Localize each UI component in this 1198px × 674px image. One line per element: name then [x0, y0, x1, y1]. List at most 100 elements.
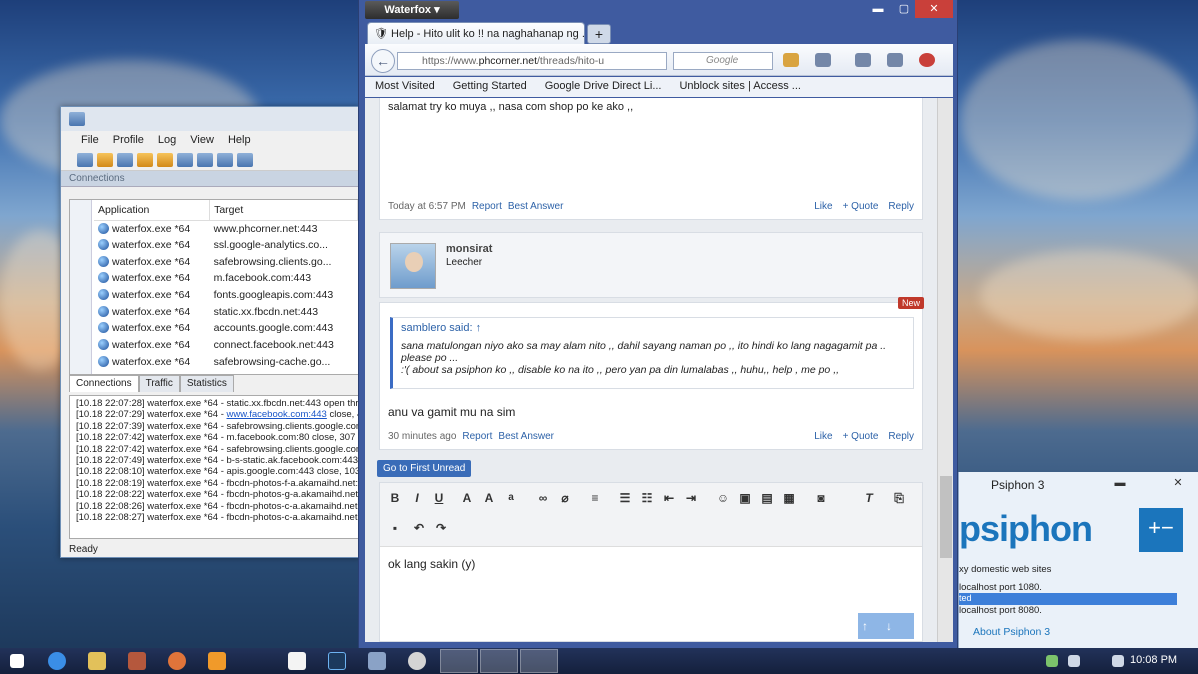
- quote-link[interactable]: + Quote: [843, 431, 879, 442]
- resolve-icon[interactable]: [117, 152, 133, 167]
- minimize-button[interactable]: ▬: [867, 0, 889, 18]
- addon-icon[interactable]: [783, 53, 799, 67]
- app-icon[interactable]: [368, 652, 386, 670]
- psiphon-log-line-selected[interactable]: ted: [959, 593, 1177, 605]
- remove-format-icon[interactable]: T: [860, 489, 878, 507]
- col-target[interactable]: Target: [209, 200, 358, 221]
- start-icon[interactable]: [10, 654, 24, 668]
- waterfox-menu-button[interactable]: Waterfox ▾: [365, 1, 459, 19]
- connections-list[interactable]: Application Target waterfox.exe *64 www.p…: [69, 199, 359, 375]
- username[interactable]: monsirat: [446, 243, 492, 255]
- open-profile-icon[interactable]: [157, 152, 173, 167]
- tab-statistics[interactable]: Statistics: [179, 375, 234, 392]
- go-to-first-unread-button[interactable]: Go to First Unread: [377, 460, 472, 477]
- best-answer-link[interactable]: Best Answer: [508, 201, 564, 212]
- media-icon[interactable]: ▤: [758, 489, 776, 507]
- table-row[interactable]: waterfox.exe *64 connect.facebook.net:443: [94, 337, 358, 354]
- proxy-servers-icon[interactable]: [77, 152, 93, 167]
- app-icon[interactable]: [208, 652, 226, 670]
- copy-icon[interactable]: [197, 152, 213, 167]
- tab-connections[interactable]: Connections: [69, 375, 139, 392]
- page-scrollbar[interactable]: [937, 98, 953, 642]
- unlink-icon[interactable]: ⌀: [556, 489, 574, 507]
- save-icon[interactable]: ▪: [386, 519, 404, 537]
- undo-icon[interactable]: ↶: [410, 519, 428, 537]
- adblock-icon[interactable]: [919, 53, 935, 67]
- bold-button[interactable]: B: [386, 489, 404, 507]
- menu-log[interactable]: Log: [158, 134, 176, 146]
- menu-view[interactable]: View: [190, 134, 214, 146]
- tab-traffic[interactable]: Traffic: [138, 375, 180, 392]
- app-icon[interactable]: [408, 652, 426, 670]
- scroll-up-down-button[interactable]: ↑↓: [858, 613, 914, 639]
- table-row[interactable]: waterfox.exe *64 www.phcorner.net:443: [94, 220, 358, 237]
- back-button[interactable]: ←: [371, 49, 395, 73]
- psiphon-close-button[interactable]: ✕: [1167, 474, 1189, 492]
- underline-button[interactable]: U: [430, 489, 448, 507]
- outdent-icon[interactable]: ⇤: [660, 489, 678, 507]
- indent-icon[interactable]: ⇥: [682, 489, 700, 507]
- taskbar-proxifier[interactable]: [440, 649, 478, 673]
- table-row[interactable]: waterfox.exe *64 safebrowsing.clients.go.…: [94, 253, 358, 270]
- new-tab-button[interactable]: +: [587, 24, 611, 44]
- menu-profile[interactable]: Profile: [113, 134, 144, 146]
- like-link[interactable]: Like: [814, 431, 832, 442]
- italic-button[interactable]: I: [408, 489, 426, 507]
- log-link[interactable]: www.facebook.com:443: [227, 409, 327, 420]
- table-row[interactable]: waterfox.exe *64 accounts.google.com:443: [94, 320, 358, 337]
- explorer-icon[interactable]: [88, 652, 106, 670]
- quote-author[interactable]: samblero said: ↑: [401, 322, 905, 334]
- tray-icon[interactable]: [1046, 655, 1058, 667]
- quote-link[interactable]: + Quote: [843, 201, 879, 212]
- maximize-button[interactable]: ▢: [893, 0, 915, 18]
- home-icon[interactable]: [887, 53, 903, 67]
- font-size-button[interactable]: A: [480, 489, 498, 507]
- psiphon-minimize-button[interactable]: ▬: [1109, 474, 1131, 492]
- print-icon[interactable]: [217, 152, 233, 167]
- reply-link[interactable]: Reply: [888, 201, 914, 212]
- app-icon[interactable]: [128, 652, 146, 670]
- bullet-list-icon[interactable]: ☰: [616, 489, 634, 507]
- close-button[interactable]: ✕: [915, 0, 953, 18]
- about-psiphon-link[interactable]: About Psiphon 3: [973, 626, 1050, 638]
- bbcode-toggle-icon[interactable]: ⎘: [890, 489, 908, 507]
- url-bar[interactable]: https://www.phcorner.net/threads/hito-u: [397, 52, 667, 70]
- taskbar-psiphon[interactable]: [480, 649, 518, 673]
- scrollbar-thumb[interactable]: [940, 476, 952, 558]
- avatar[interactable]: [390, 243, 436, 289]
- table-row[interactable]: waterfox.exe *64 ssl.google-analytics.co.…: [94, 237, 358, 254]
- new-profile-icon[interactable]: [137, 152, 153, 167]
- menu-file[interactable]: File: [81, 134, 99, 146]
- bookmark-most-visited[interactable]: Most Visited: [375, 80, 435, 94]
- align-icon[interactable]: ≡: [586, 489, 604, 507]
- font-color-button[interactable]: A: [458, 489, 476, 507]
- like-link[interactable]: Like: [814, 201, 832, 212]
- bookmark-getting-started[interactable]: Getting Started: [453, 80, 527, 94]
- help-icon[interactable]: [237, 152, 253, 167]
- network-icon[interactable]: [1068, 655, 1080, 667]
- table-row[interactable]: waterfox.exe *64 static.xx.fbcdn.net:443: [94, 303, 358, 320]
- number-list-icon[interactable]: ☷: [638, 489, 656, 507]
- taskbar-waterfox[interactable]: [520, 649, 558, 673]
- table-row[interactable]: waterfox.exe *64 fonts.googleapis.com:443: [94, 287, 358, 304]
- clock[interactable]: 10:08 PM: [1130, 654, 1177, 666]
- redo-icon[interactable]: ↷: [432, 519, 450, 537]
- code-icon[interactable]: ▦: [780, 489, 798, 507]
- image-icon[interactable]: ▣: [736, 489, 754, 507]
- table-row[interactable]: waterfox.exe *64 safebrowsing-cache.go...: [94, 354, 358, 371]
- report-link[interactable]: Report: [472, 201, 502, 212]
- save-profile-icon[interactable]: [177, 152, 193, 167]
- search-input[interactable]: Google: [673, 52, 773, 70]
- table-row[interactable]: waterfox.exe *64 m.facebook.com:443: [94, 270, 358, 287]
- menu-help[interactable]: Help: [228, 134, 251, 146]
- app-icon[interactable]: [168, 652, 186, 670]
- link-icon[interactable]: ∞: [534, 489, 552, 507]
- reply-link[interactable]: Reply: [888, 431, 914, 442]
- bookmark-google-drive[interactable]: Google Drive Direct Li...: [545, 80, 662, 94]
- proxifier-titlebar[interactable]: [61, 107, 359, 131]
- font-family-button[interactable]: a: [502, 489, 520, 507]
- camera-icon[interactable]: ◙: [812, 489, 830, 507]
- ie-icon[interactable]: [48, 652, 66, 670]
- psiphon-toggle-icon[interactable]: +−: [1139, 508, 1183, 552]
- tab-active[interactable]: 🛡 Help - Hito ulit ko !! na naghahanap n…: [367, 22, 585, 44]
